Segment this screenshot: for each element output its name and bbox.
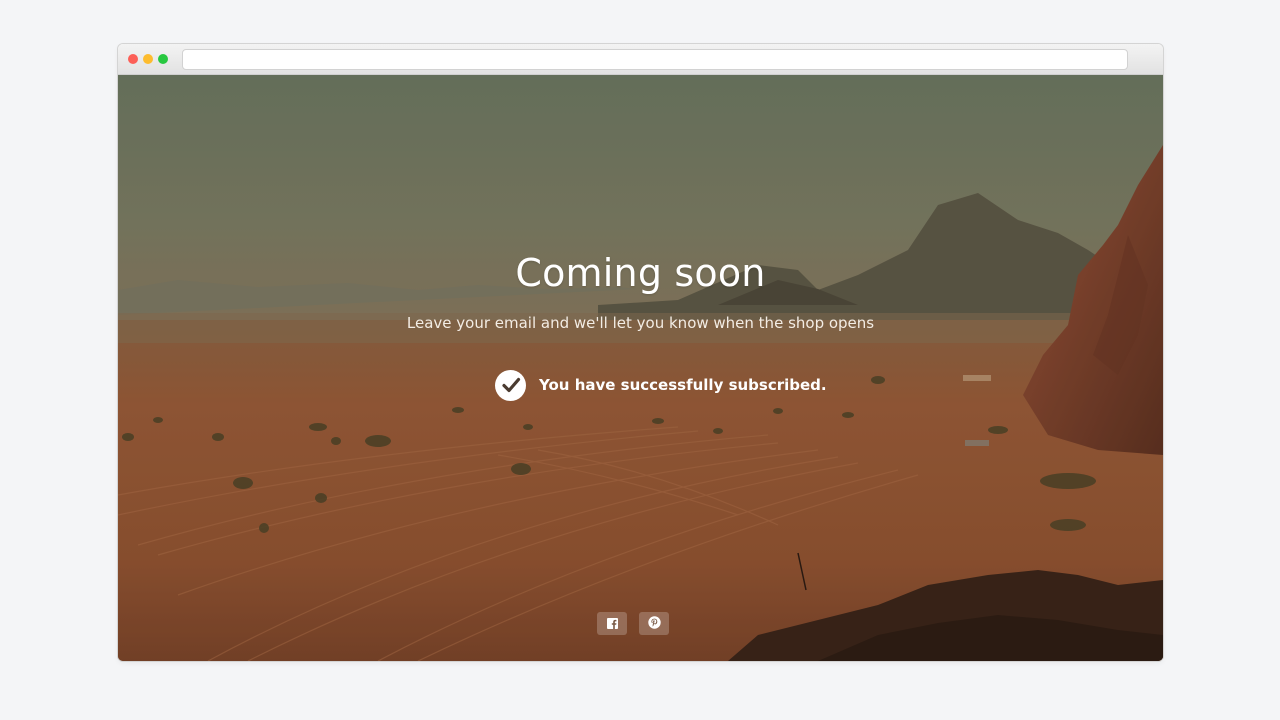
facebook-icon (606, 614, 618, 633)
facebook-link[interactable] (597, 612, 627, 635)
coming-soon-section: Coming soon Leave your email and we'll l… (118, 75, 1163, 661)
pinterest-icon (647, 614, 661, 633)
zoom-window-button[interactable] (158, 54, 168, 64)
browser-window: Coming soon Leave your email and we'll l… (118, 44, 1163, 661)
address-bar[interactable] (182, 49, 1128, 70)
close-window-button[interactable] (128, 54, 138, 64)
page-title: Coming soon (515, 251, 766, 295)
minimize-window-button[interactable] (143, 54, 153, 64)
success-text: You have successfully subscribed. (539, 376, 827, 394)
page-subtitle: Leave your email and we'll let you know … (406, 314, 875, 332)
pinterest-link[interactable] (639, 612, 669, 635)
subscribe-success-message: You have successfully subscribed. (495, 369, 827, 401)
page-viewport: Coming soon Leave your email and we'll l… (118, 75, 1163, 661)
browser-titlebar (118, 44, 1163, 75)
checkmark-icon (495, 369, 526, 401)
